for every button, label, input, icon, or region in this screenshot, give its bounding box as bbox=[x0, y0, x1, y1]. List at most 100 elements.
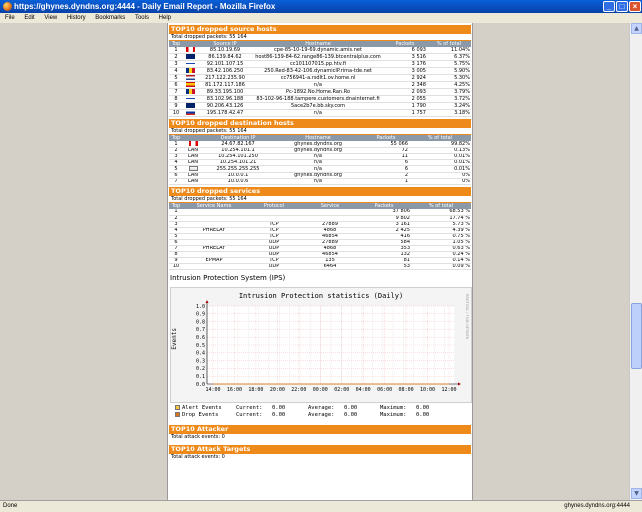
flag-cell bbox=[183, 81, 197, 89]
rank: 9 bbox=[169, 102, 183, 110]
y-tick-label: 0.2 bbox=[196, 366, 205, 372]
top-attacker-section: TOP10 Attacker Total attack events: 0 bbox=[169, 424, 471, 441]
rank: 7 bbox=[169, 178, 183, 185]
table-row: 2 86.139.84.62 host86-139-84-62.range86-13… bbox=[169, 53, 471, 61]
hostname: n/a bbox=[273, 165, 363, 173]
y-tick-label: 1.0 bbox=[196, 303, 205, 309]
table-row: 5 217.122.235.90 cc756941-a.rsdlt1.ov.home… bbox=[169, 74, 471, 82]
top-services-section: TOP10 dropped services Total dropped pac… bbox=[169, 187, 471, 270]
legend-average-value: 0.00 bbox=[344, 411, 358, 418]
scroll-up-arrow-icon[interactable]: ▲ bbox=[631, 23, 642, 34]
hostname: cc101107015.pp.htv.fi bbox=[253, 60, 383, 68]
x-tick-label: 00:00 bbox=[313, 387, 328, 393]
legend-current-label: Current: bbox=[236, 411, 263, 418]
menu-history[interactable]: History bbox=[67, 15, 86, 21]
minimize-button[interactable]: _ bbox=[603, 1, 615, 12]
ips-caption: Intrusion Protection System (IPS) bbox=[170, 273, 286, 282]
section-header: TOP10 Attacker bbox=[169, 424, 471, 434]
ips-section: Intrusion Protection System (IPS) Intrus… bbox=[170, 273, 472, 419]
y-tick-label: 0.3 bbox=[196, 358, 205, 364]
chart-plot: 1.0 0.9 0.8 0.7 0.60.5 0.4 0.3 0.2 0.10.014:00 16… bbox=[196, 299, 461, 393]
source-ip: 90.206.43.126 bbox=[197, 102, 253, 110]
scroll-thumb[interactable] bbox=[631, 303, 642, 369]
x-tick-label: 06:00 bbox=[377, 387, 392, 393]
menu-file[interactable]: File bbox=[5, 15, 15, 21]
x-tick-label: 04:00 bbox=[356, 387, 371, 393]
source-ip: 83.102.96.188 bbox=[197, 95, 253, 103]
packets: 1 bbox=[363, 178, 409, 185]
section-header: TOP10 Attack Targets bbox=[169, 444, 471, 454]
percent: 5.90% bbox=[427, 67, 471, 75]
table-row: 9 90.206.43.126 5ace2b7e.bb.sky.com 1 790 3.… bbox=[169, 102, 471, 110]
packets: 2 924 bbox=[383, 74, 427, 82]
packets: 2 055 bbox=[383, 95, 427, 103]
hostname: host86-139-84-62.range86-139.btcentralpl… bbox=[253, 53, 383, 61]
source-ip: 89.33.195.100 bbox=[197, 88, 253, 96]
close-button[interactable]: × bbox=[629, 1, 641, 12]
x-axis-arrow-icon bbox=[458, 382, 461, 385]
percent: 3.18% bbox=[427, 109, 471, 117]
legend-current-value: 0.00 bbox=[272, 411, 286, 418]
maximize-button[interactable]: □ bbox=[616, 1, 628, 12]
firefox-icon bbox=[3, 2, 12, 11]
flag-cell bbox=[183, 165, 203, 173]
menu-edit[interactable]: Edit bbox=[24, 15, 34, 21]
x-tick-label: 16:00 bbox=[227, 387, 242, 393]
table-row: 7 89.33.195.100 Pc-1892.No.Home.Ran.Ro 2 09… bbox=[169, 88, 471, 96]
section-header: TOP10 dropped source hosts bbox=[169, 25, 471, 34]
hostname: Pc-1892.No.Home.Ran.Ro bbox=[253, 88, 383, 96]
hostname: n/a bbox=[253, 109, 383, 117]
legend-current-value: 0.00 bbox=[272, 404, 286, 411]
packets: 3 005 bbox=[383, 67, 427, 75]
table-row: 6 81.172.117.186 n/a 2 348 4.25% bbox=[169, 81, 471, 89]
x-tick-label: 02:00 bbox=[334, 387, 349, 393]
country-flag-icon bbox=[185, 75, 195, 80]
table-row: 7 LAN 10.0.0.6 n/a 1 0% bbox=[169, 178, 471, 185]
country-flag-icon bbox=[185, 47, 195, 52]
percent: 3.79% bbox=[427, 88, 471, 96]
legend-current-label: Current: bbox=[236, 404, 263, 411]
menu-bookmarks[interactable]: Bookmarks bbox=[95, 15, 125, 21]
country-flag-icon bbox=[188, 141, 198, 146]
rank: 3 bbox=[169, 60, 183, 68]
percent: 3.72% bbox=[427, 95, 471, 103]
rank: 6 bbox=[169, 81, 183, 89]
status-text: Done bbox=[3, 503, 18, 509]
packets: 3 516 bbox=[383, 53, 427, 61]
flag-cell bbox=[183, 74, 197, 82]
vertical-scrollbar[interactable]: ▲ ▼ bbox=[629, 23, 642, 500]
x-tick-label: 18:00 bbox=[248, 387, 263, 393]
menu-help[interactable]: Help bbox=[159, 15, 171, 21]
status-bar: Done ghynes.dyndns.org:4444 bbox=[0, 500, 642, 512]
legend-maximum-label: Maximum: bbox=[380, 404, 407, 411]
legend-row: Alert Events Current: 0.00 Average: 0.00 Maxi… bbox=[170, 404, 470, 412]
total-dropped-packets: Total dropped packets: 55 164 bbox=[169, 128, 471, 135]
flag-cell bbox=[183, 53, 197, 61]
y-tick-label: 0.0 bbox=[196, 381, 205, 387]
window-title: https://ghynes.dyndns.org:4444 - Daily E… bbox=[14, 2, 276, 11]
menu-view[interactable]: View bbox=[44, 15, 57, 21]
total-attack-events: Total attack events: 0 bbox=[171, 433, 225, 440]
legend-swatch bbox=[175, 411, 180, 417]
destination-ip: 255.255.255.255 bbox=[203, 165, 273, 173]
scroll-down-arrow-icon[interactable]: ▼ bbox=[631, 488, 642, 499]
percent: 6.37% bbox=[427, 53, 471, 61]
rank: 8 bbox=[169, 95, 183, 103]
flag-cell bbox=[183, 109, 197, 117]
page-viewport: TOP10 dropped source hosts Total dropped… bbox=[0, 23, 629, 500]
flag-cell bbox=[183, 60, 197, 68]
rank: 4 bbox=[169, 67, 183, 75]
y-tick-label: 0.8 bbox=[196, 319, 205, 325]
legend-maximum-label: Maximum: bbox=[380, 411, 407, 418]
destinations-table: Top Destination IP Hostname Packets % of… bbox=[169, 135, 471, 185]
legend-average-label: Average: bbox=[308, 411, 335, 418]
total-dropped-packets: Total dropped packets: 55 164 bbox=[169, 34, 471, 41]
menu-tools[interactable]: Tools bbox=[135, 15, 149, 21]
legend-swatch bbox=[175, 404, 180, 410]
hostname: n/a bbox=[253, 81, 383, 89]
y-axis-arrow-icon bbox=[205, 299, 209, 303]
chart-legend: Alert Events Current: 0.00 Average: 0.00 Maxi… bbox=[170, 404, 470, 419]
hostname: 83-102-96-188.tampere.customers.dnainter… bbox=[253, 95, 383, 103]
country-flag-icon bbox=[185, 89, 195, 94]
status-host: ghynes.dyndns.org:4444 bbox=[564, 503, 630, 509]
